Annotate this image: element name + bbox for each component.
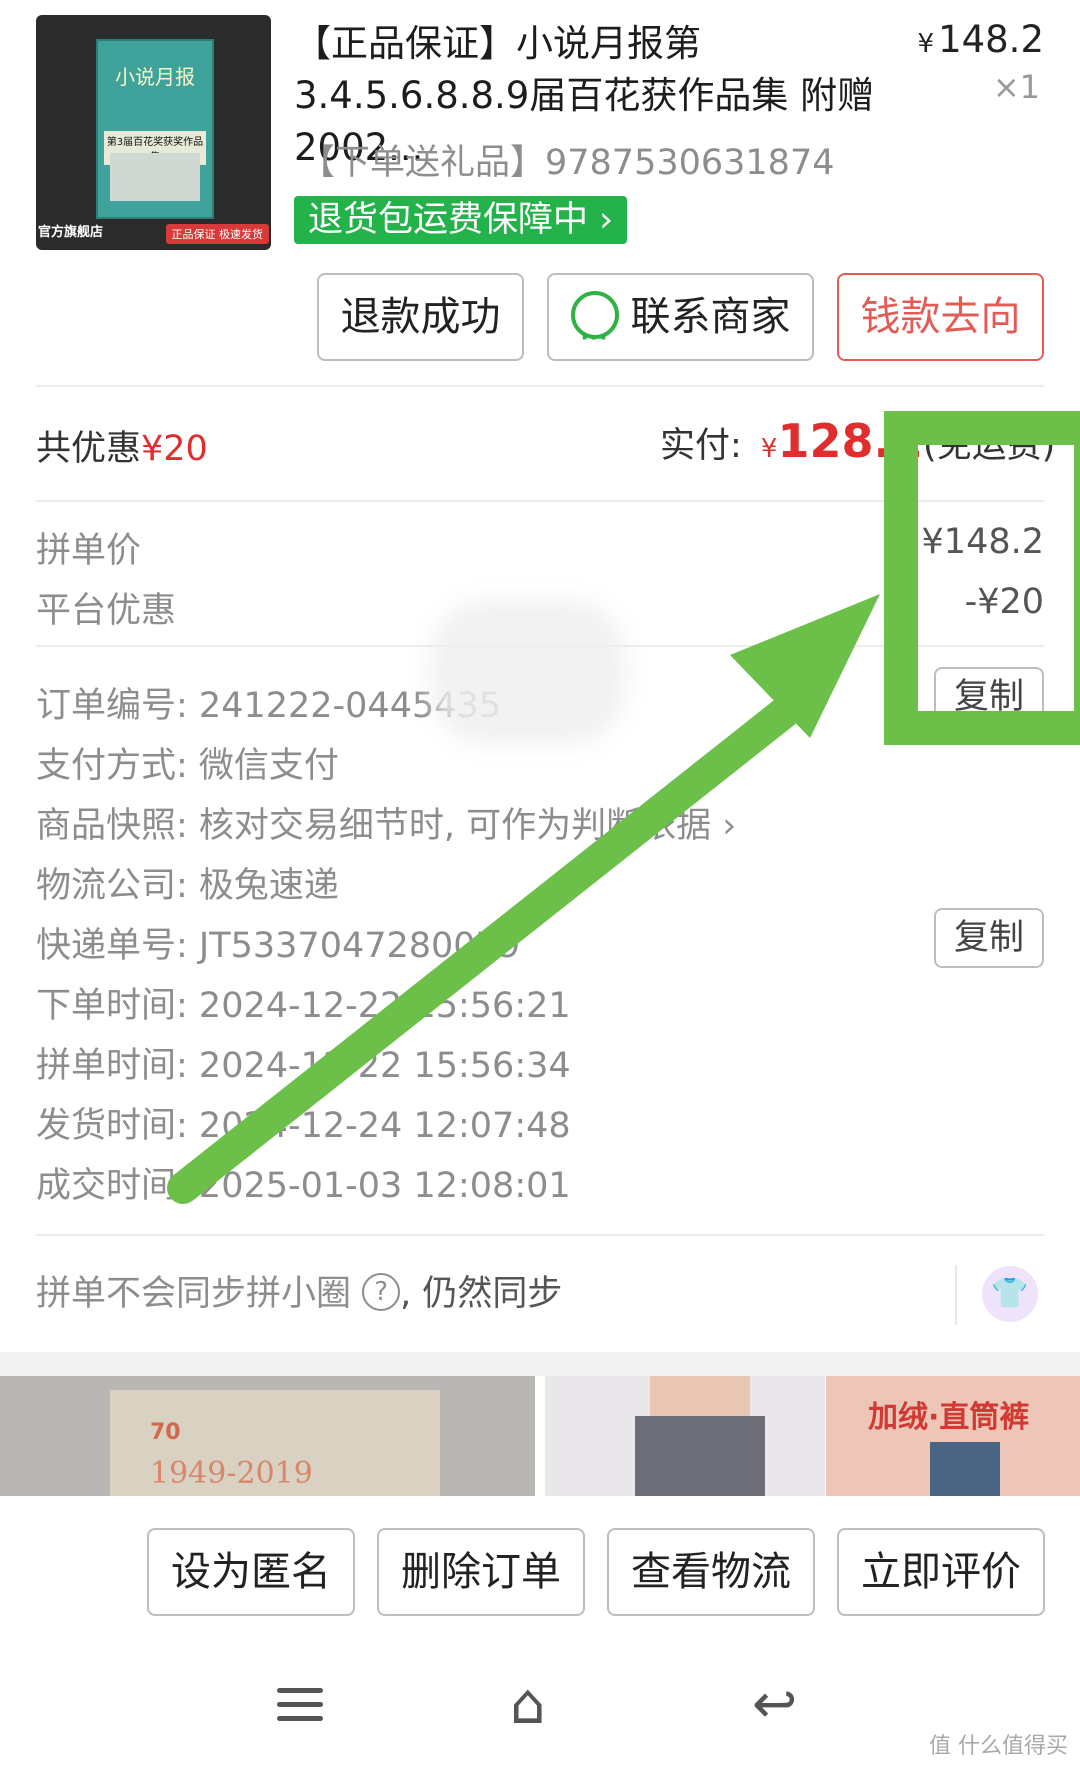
price-row-value: -¥20 (964, 582, 1044, 622)
product-price: ¥148.2 (918, 18, 1044, 61)
product-thumbnail[interactable]: 小说月报 第3届百花奖获奖作品集 官方旗舰店 正品保证 极速发货 (36, 15, 271, 250)
ad-jeans-image (930, 1442, 1000, 1496)
recommendation-strip[interactable]: 70 1949-2019 加绒·直筒裤 (0, 1376, 1080, 1496)
logistics-company: 极兔速递 (198, 866, 339, 906)
discount-value: ¥20 (141, 429, 208, 469)
payment-method: 微信支付 (198, 746, 339, 786)
order-time: 2024-12-22 15:56:21 (198, 986, 571, 1026)
anonymous-button[interactable]: 设为匿名 (147, 1528, 355, 1616)
section-gap (0, 1352, 1080, 1376)
shirt-icon[interactable]: 👕 (982, 1266, 1038, 1322)
chat-icon (570, 291, 619, 381)
info-label: 商品快照: (36, 806, 199, 846)
info-label: 成交时间: (36, 1166, 199, 1206)
tracking-number-row: 快递单号: JT5337047280079 (36, 917, 520, 968)
divider (36, 385, 1044, 387)
book-cover: 小说月报 第3届百花奖获奖作品集 (96, 39, 214, 219)
order-time-row: 下单时间: 2024-12-22 15:56:21 (36, 977, 571, 1028)
contact-merchant-label: 联系商家 (630, 294, 791, 340)
info-label: 物流公司: (36, 866, 199, 906)
ship-time: 2024-12-24 12:07:48 (198, 1106, 571, 1146)
vertical-divider (955, 1265, 957, 1325)
review-now-button[interactable]: 立即评价 (837, 1528, 1045, 1616)
order-number-row: 订单编号: 241222-0445435 (36, 677, 501, 728)
redaction-blur (448, 618, 608, 726)
paid-note: (免运费) (922, 426, 1056, 466)
payment-method-row: 支付方式: 微信支付 (36, 737, 339, 788)
paid-summary: 实付: ¥128.2(免运费) (660, 414, 1055, 468)
discount-summary: 共优惠¥20 (36, 420, 208, 471)
product-quantity: ×1 (992, 68, 1040, 106)
paid-label: 实付: (660, 426, 753, 466)
view-logistics-button[interactable]: 查看物流 (607, 1528, 815, 1616)
help-icon[interactable]: ? (362, 1273, 401, 1311)
ad-jeans-model[interactable] (545, 1376, 825, 1496)
store-name: 官方旗舰店 (38, 225, 104, 240)
group-time-row: 拼单时间: 2024-12-22 15:56:34 (36, 1037, 571, 1088)
sync-anyway-link[interactable]: , 仍然同步 (400, 1274, 562, 1314)
price-currency: ¥ (917, 29, 935, 59)
price-row-label: 拼单价 (36, 531, 142, 571)
store-tag: 正品保证 极速发货 (165, 224, 269, 244)
system-navbar: ⌂ ↩ 值 什么值得买 (0, 1650, 1080, 1768)
discount-label: 共优惠 (36, 429, 142, 469)
paid-currency: ¥ (760, 434, 778, 464)
price-row-group-price: 拼单价 ¥148.2 (36, 522, 1044, 573)
info-label: 订单编号: (36, 686, 199, 726)
divider (36, 500, 1044, 502)
paid-amount: 128.2 (777, 414, 923, 468)
divider (36, 1234, 1044, 1236)
ad-badge: 70 (150, 1420, 181, 1445)
price-value: 148.2 (938, 18, 1044, 61)
watermark: 值 什么值得买 (929, 1734, 1068, 1759)
ad-fleece-jeans[interactable]: 加绒·直筒裤 (826, 1376, 1080, 1496)
ad-model-jeans (635, 1416, 765, 1496)
info-label: 下单时间: (36, 986, 199, 1026)
info-label: 支付方式: (36, 746, 199, 786)
home-icon[interactable]: ⌂ (510, 1672, 546, 1737)
copy-tracking-number-button[interactable]: 复制 (934, 908, 1044, 968)
ship-time-row: 发货时间: 2024-12-24 12:07:48 (36, 1097, 571, 1148)
contact-merchant-button[interactable]: 联系商家 (547, 273, 814, 381)
refund-success-button[interactable]: 退款成功 (317, 273, 524, 361)
book-cover-title: 小说月报 (115, 65, 195, 89)
deal-time-row: 成交时间: 2025-01-03 12:08:01 (36, 1157, 571, 1208)
delete-order-button[interactable]: 删除订单 (377, 1528, 585, 1616)
ad-years: 1949-2019 (150, 1456, 313, 1491)
info-label: 拼单时间: (36, 1046, 199, 1086)
info-label: 快递单号: (36, 926, 199, 966)
logistics-company-row: 物流公司: 极兔速递 (36, 857, 339, 908)
price-row-value: ¥148.2 (921, 522, 1044, 562)
ad-book-anniversary[interactable]: 70 1949-2019 (0, 1376, 535, 1496)
sync-notice-text: 拼单不会同步拼小圈 (36, 1274, 352, 1314)
money-flow-button[interactable]: 钱款去向 (837, 273, 1044, 361)
ad-slogan: 加绒·直筒裤 (868, 1400, 1030, 1435)
deal-time: 2025-01-03 12:08:01 (198, 1166, 571, 1206)
product-spec: 【下单送礼品】9787530631874 (300, 143, 835, 183)
tracking-number: JT5337047280079 (198, 926, 521, 966)
menu-icon[interactable] (277, 1686, 323, 1722)
snapshot-row[interactable]: 商品快照: 核对交易细节时, 可作为判断依据 › (36, 797, 736, 848)
info-label: 发货时间: (36, 1106, 199, 1146)
copy-order-number-button[interactable]: 复制 (934, 667, 1044, 727)
ad-model-skin (650, 1376, 750, 1416)
back-icon[interactable]: ↩ (752, 1672, 797, 1735)
price-row-label: 平台优惠 (36, 591, 177, 631)
snapshot-link[interactable]: 核对交易细节时, 可作为判断依据 › (199, 806, 736, 846)
sync-notice: 拼单不会同步拼小圈 ?, 仍然同步 (36, 1265, 562, 1316)
return-shipping-badge[interactable]: 退货包运费保障中 › (294, 196, 628, 244)
book-cover-image (110, 153, 200, 201)
group-time: 2024-12-22 15:56:34 (198, 1046, 571, 1086)
